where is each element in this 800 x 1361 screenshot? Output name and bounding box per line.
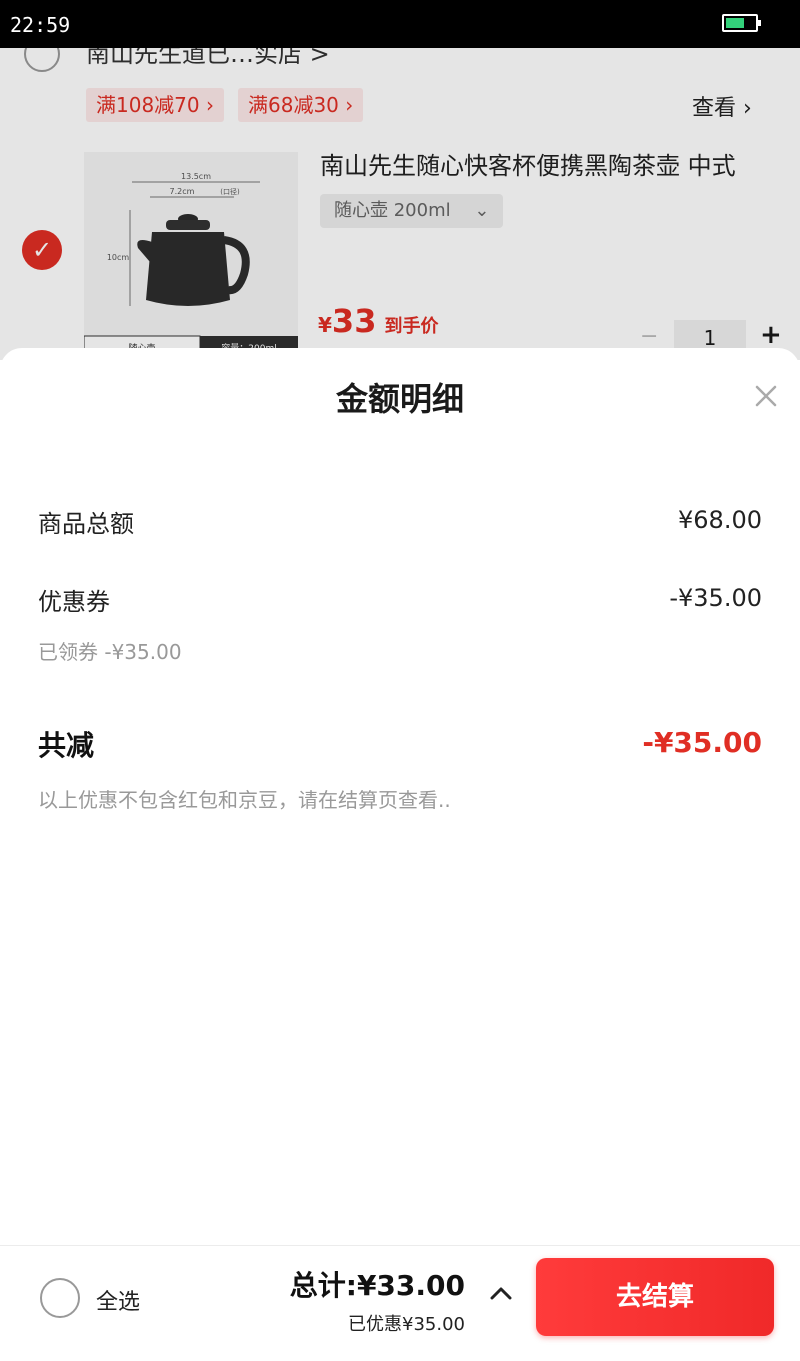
saved-amount: 已优惠¥35.00	[348, 1314, 465, 1335]
goods-total-label: 商品总额	[38, 510, 134, 538]
total-reduction-label: 共减	[38, 729, 95, 762]
coupon-label: 优惠券	[38, 588, 110, 616]
total-reduction-value: -¥35.00	[642, 726, 762, 759]
chevron-up-icon[interactable]	[490, 1286, 512, 1300]
battery-icon	[722, 14, 761, 32]
total-amount: 总计:¥33.00	[289, 1269, 465, 1302]
sheet-title: 金额明细	[335, 380, 464, 418]
coupon-value: -¥35.00	[669, 584, 762, 612]
checkout-bar: 全选 总计:¥33.00 已优惠¥35.00 去结算	[0, 1245, 800, 1361]
overlay-scrim[interactable]	[0, 48, 800, 360]
close-icon[interactable]	[752, 382, 780, 410]
select-all-label[interactable]: 全选	[96, 1284, 140, 1316]
status-time: 22:59	[10, 13, 71, 37]
goods-total-value: ¥68.00	[678, 506, 762, 534]
coupon-note: 已领券 -¥35.00	[38, 640, 182, 664]
disclaimer-text: 以上优惠不包含红包和京豆，请在结算页查看..	[38, 788, 451, 812]
checkout-button[interactable]: 去结算	[536, 1258, 774, 1336]
select-all-radio[interactable]	[40, 1278, 80, 1318]
status-bar: 22:59	[0, 0, 800, 48]
amount-detail-sheet: 金额明细 商品总额 ¥68.00 优惠券 -¥35.00 已领券 -¥35.00…	[0, 348, 800, 1245]
